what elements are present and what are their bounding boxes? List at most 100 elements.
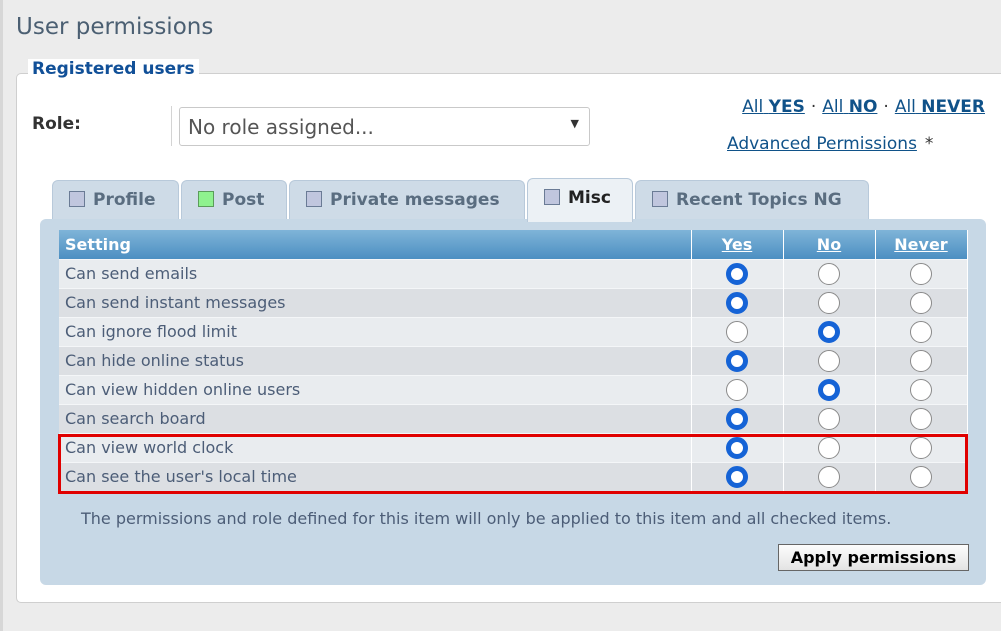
radio-cell-never [875,374,968,404]
radio-yes[interactable] [726,378,748,401]
setting-label: Can search board [59,403,692,433]
radio-cell-yes [691,374,784,404]
never-column-header: Never [875,230,968,259]
setting-label: Can view world clock [59,432,692,462]
radio-yes[interactable] [726,436,748,459]
radio-yes[interactable] [726,291,748,314]
permissions-note: The permissions and role defined for thi… [81,509,892,528]
setting-label: Can send emails [59,258,692,288]
setting-label: Can ignore flood limit [59,316,692,346]
radio-cell-yes [691,345,784,375]
radio-cell-never [875,403,968,433]
radio-cell-no [783,287,876,317]
table-row: Can send emails [59,258,968,288]
radio-never[interactable] [910,349,932,372]
table-row: Can send instant messages [59,287,968,317]
square-icon [652,191,668,207]
radio-cell-no [783,258,876,288]
radio-no[interactable] [818,407,840,430]
role-divider [171,106,172,146]
radio-no[interactable] [818,320,840,343]
set-all-yes-link[interactable]: Yes [722,235,753,254]
radio-cell-no [783,403,876,433]
radio-never[interactable] [910,262,932,285]
all-no-link[interactable]: All NO [822,97,877,117]
radio-never[interactable] [910,465,932,488]
radio-cell-yes [691,258,784,288]
radio-no[interactable] [818,291,840,314]
radio-no[interactable] [818,262,840,285]
radio-cell-never [875,461,968,491]
square-icon [306,191,322,207]
radio-cell-no [783,316,876,346]
radio-cell-yes [691,461,784,491]
radio-no[interactable] [818,436,840,459]
table-row: Can ignore flood limit [59,316,968,346]
quick-links: All YES · All NO · All NEVER [742,97,985,117]
advanced-marker: * [924,134,934,154]
page-title: User permissions [16,14,214,40]
all-never-link[interactable]: All NEVER [895,97,985,117]
yes-column-header: Yes [691,230,784,259]
radio-never[interactable] [910,378,932,401]
tab-recent-topics-ng[interactable]: Recent Topics NG [635,180,869,220]
tab-misc[interactable]: Misc [527,178,633,222]
radio-never[interactable] [910,291,932,314]
radio-cell-never [875,287,968,317]
no-column-header: No [783,230,876,259]
radio-cell-yes [691,316,784,346]
setting-column-header: Setting [59,230,692,259]
tab-profile[interactable]: Profile [52,180,179,220]
radio-no[interactable] [818,465,840,488]
square-icon [544,189,560,205]
role-select[interactable]: No role assigned... ▼ [179,107,590,146]
table-row: Can view hidden online users [59,374,968,404]
link-separator: · [810,97,817,117]
radio-no[interactable] [818,378,840,401]
radio-yes[interactable] [726,262,748,285]
radio-never[interactable] [910,436,932,459]
misc-tab-panel: Setting Yes No Never Can send emails Can … [40,219,986,585]
radio-never[interactable] [910,407,932,430]
radio-cell-no [783,345,876,375]
radio-cell-no [783,461,876,491]
tab-private-messages[interactable]: Private messages [289,180,525,220]
table-row: Can hide online status [59,345,968,375]
radio-cell-never [875,316,968,346]
radio-yes[interactable] [726,465,748,488]
setting-label: Can see the user's local time [59,461,692,491]
group-legend: Registered users [28,59,199,79]
radio-cell-no [783,432,876,462]
radio-yes[interactable] [726,407,748,430]
setting-label: Can send instant messages [59,287,692,317]
role-label: Role: [32,114,81,134]
setting-label: Can view hidden online users [59,374,692,404]
radio-never[interactable] [910,320,932,343]
radio-cell-yes [691,287,784,317]
left-edge-strip [0,0,3,631]
square-icon [69,191,85,207]
radio-cell-never [875,345,968,375]
radio-cell-yes [691,432,784,462]
setting-label: Can hide online status [59,345,692,375]
tab-post[interactable]: Post [181,180,287,220]
all-yes-link[interactable]: All YES [742,97,805,117]
set-all-never-link[interactable]: Never [894,235,947,254]
radio-yes[interactable] [726,349,748,372]
permissions-table: Setting Yes No Never Can send emails Can … [59,230,968,491]
link-separator: · [883,97,889,117]
radio-cell-never [875,432,968,462]
apply-permissions-button[interactable]: Apply permissions [778,544,969,571]
advanced-permissions-link[interactable]: Advanced Permissions [727,134,917,154]
table-row: Can view world clock [59,432,968,462]
radio-cell-yes [691,403,784,433]
set-all-no-link[interactable]: No [817,235,841,254]
table-row: Can search board [59,403,968,433]
radio-cell-never [875,258,968,288]
radio-cell-no [783,374,876,404]
table-row: Can see the user's local time [59,461,968,491]
chevron-down-icon: ▼ [570,117,579,130]
radio-yes[interactable] [726,320,748,343]
advanced-permissions-row: Advanced Permissions * [727,134,933,154]
radio-no[interactable] [818,349,840,372]
